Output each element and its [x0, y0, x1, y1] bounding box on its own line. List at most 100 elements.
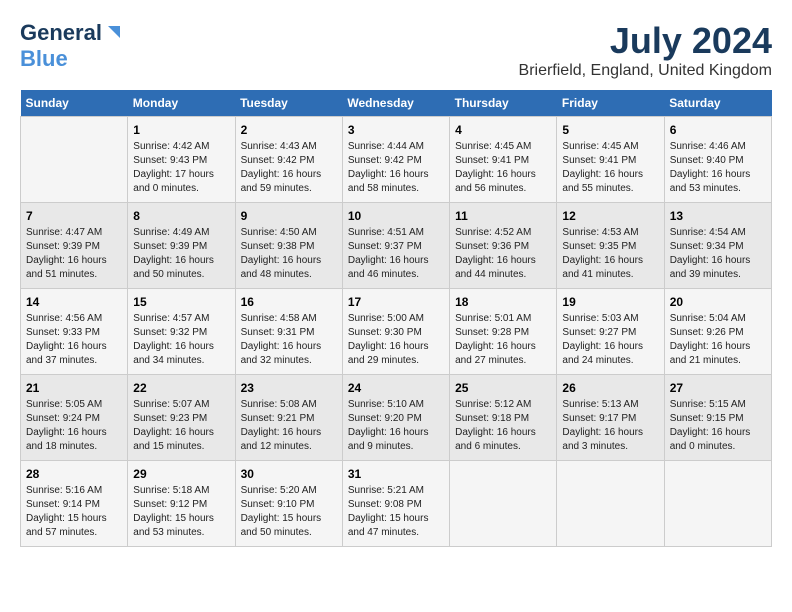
page-header: General Blue July 2024 Brierfield, Engla…: [20, 20, 772, 80]
calendar-cell: 27 Sunrise: 5:15 AM Sunset: 9:15 PM Dayli…: [664, 375, 771, 461]
calendar-cell: 30 Sunrise: 5:20 AM Sunset: 9:10 PM Dayli…: [235, 461, 342, 547]
calendar-cell: 31 Sunrise: 5:21 AM Sunset: 9:08 PM Dayli…: [342, 461, 449, 547]
day-number: 15: [133, 295, 229, 309]
day-info: Sunrise: 5:05 AM Sunset: 9:24 PM Dayligh…: [26, 398, 122, 454]
calendar-cell: 2Sunrise: 4:43 AM Sunset: 9:42 PM Daylig…: [235, 117, 342, 203]
day-number: 4: [455, 123, 551, 137]
day-info: Sunrise: 4:49 AM Sunset: 9:39 PM Dayligh…: [133, 226, 229, 282]
day-number: 12: [562, 209, 658, 223]
main-title: July 2024: [519, 20, 772, 62]
calendar-cell: 6 Sunrise: 4:46 AM Sunset: 9:40 PM Daylig…: [664, 117, 771, 203]
column-header-sunday: Sunday: [21, 90, 128, 117]
day-info: Sunrise: 4:50 AM Sunset: 9:38 PM Dayligh…: [241, 226, 337, 282]
logo-blue: Blue: [20, 46, 68, 72]
day-number: 30: [241, 467, 337, 481]
day-number: 8: [133, 209, 229, 223]
calendar-cell: 19 Sunrise: 5:03 AM Sunset: 9:27 PM Dayli…: [557, 289, 664, 375]
day-number: 11: [455, 209, 551, 223]
day-info: Sunrise: 5:21 AM Sunset: 9:08 PM Dayligh…: [348, 484, 444, 540]
calendar-cell: 11 Sunrise: 4:52 AM Sunset: 9:36 PM Dayli…: [450, 203, 557, 289]
day-number: 3: [348, 123, 444, 137]
day-info: Sunrise: 5:03 AM Sunset: 9:27 PM Dayligh…: [562, 312, 658, 368]
logo: General Blue: [20, 20, 124, 72]
day-number: 31: [348, 467, 444, 481]
day-info: Sunrise: 5:01 AM Sunset: 9:28 PM Dayligh…: [455, 312, 551, 368]
day-number: 16: [241, 295, 337, 309]
day-info: Sunrise: 4:51 AM Sunset: 9:37 PM Dayligh…: [348, 226, 444, 282]
calendar-cell: 12 Sunrise: 4:53 AM Sunset: 9:35 PM Dayli…: [557, 203, 664, 289]
calendar-cell: [21, 117, 128, 203]
calendar-cell: 13 Sunrise: 4:54 AM Sunset: 9:34 PM Dayli…: [664, 203, 771, 289]
day-number: 7: [26, 209, 122, 223]
day-info: Sunrise: 4:53 AM Sunset: 9:35 PM Dayligh…: [562, 226, 658, 282]
subtitle: Brierfield, England, United Kingdom: [519, 62, 772, 80]
calendar-cell: 18 Sunrise: 5:01 AM Sunset: 9:28 PM Dayli…: [450, 289, 557, 375]
calendar-cell: [557, 461, 664, 547]
day-number: 24: [348, 381, 444, 395]
day-info: Sunrise: 4:42 AM Sunset: 9:43 PM Dayligh…: [133, 140, 229, 196]
logo-general: General: [20, 20, 102, 46]
calendar-cell: 29 Sunrise: 5:18 AM Sunset: 9:12 PM Dayli…: [128, 461, 235, 547]
calendar-cell: 28Sunrise: 5:16 AM Sunset: 9:14 PM Dayli…: [21, 461, 128, 547]
day-number: 23: [241, 381, 337, 395]
calendar-cell: 15 Sunrise: 4:57 AM Sunset: 9:32 PM Dayli…: [128, 289, 235, 375]
day-number: 18: [455, 295, 551, 309]
day-info: Sunrise: 5:08 AM Sunset: 9:21 PM Dayligh…: [241, 398, 337, 454]
day-number: 22: [133, 381, 229, 395]
day-number: 21: [26, 381, 122, 395]
day-info: Sunrise: 4:46 AM Sunset: 9:40 PM Dayligh…: [670, 140, 766, 196]
day-number: 10: [348, 209, 444, 223]
week-row-2: 7Sunrise: 4:47 AM Sunset: 9:39 PM Daylig…: [21, 203, 772, 289]
day-number: 26: [562, 381, 658, 395]
day-number: 6: [670, 123, 766, 137]
day-info: Sunrise: 4:58 AM Sunset: 9:31 PM Dayligh…: [241, 312, 337, 368]
calendar-cell: 1Sunrise: 4:42 AM Sunset: 9:43 PM Daylig…: [128, 117, 235, 203]
day-number: 28: [26, 467, 122, 481]
calendar-cell: 4 Sunrise: 4:45 AM Sunset: 9:41 PM Daylig…: [450, 117, 557, 203]
day-info: Sunrise: 5:04 AM Sunset: 9:26 PM Dayligh…: [670, 312, 766, 368]
day-info: Sunrise: 5:13 AM Sunset: 9:17 PM Dayligh…: [562, 398, 658, 454]
day-info: Sunrise: 5:15 AM Sunset: 9:15 PM Dayligh…: [670, 398, 766, 454]
calendar-cell: 24 Sunrise: 5:10 AM Sunset: 9:20 PM Dayli…: [342, 375, 449, 461]
day-number: 17: [348, 295, 444, 309]
calendar-cell: 23 Sunrise: 5:08 AM Sunset: 9:21 PM Dayli…: [235, 375, 342, 461]
day-info: Sunrise: 5:20 AM Sunset: 9:10 PM Dayligh…: [241, 484, 337, 540]
logo-arrow-icon: [104, 22, 124, 42]
column-header-saturday: Saturday: [664, 90, 771, 117]
column-header-monday: Monday: [128, 90, 235, 117]
day-number: 5: [562, 123, 658, 137]
day-info: Sunrise: 5:00 AM Sunset: 9:30 PM Dayligh…: [348, 312, 444, 368]
calendar-cell: 17 Sunrise: 5:00 AM Sunset: 9:30 PM Dayli…: [342, 289, 449, 375]
day-info: Sunrise: 5:12 AM Sunset: 9:18 PM Dayligh…: [455, 398, 551, 454]
day-info: Sunrise: 4:54 AM Sunset: 9:34 PM Dayligh…: [670, 226, 766, 282]
calendar-cell: 21 Sunrise: 5:05 AM Sunset: 9:24 PM Dayli…: [21, 375, 128, 461]
calendar-cell: 7Sunrise: 4:47 AM Sunset: 9:39 PM Daylig…: [21, 203, 128, 289]
day-number: 13: [670, 209, 766, 223]
week-row-5: 28Sunrise: 5:16 AM Sunset: 9:14 PM Dayli…: [21, 461, 772, 547]
calendar-cell: 22Sunrise: 5:07 AM Sunset: 9:23 PM Dayli…: [128, 375, 235, 461]
day-info: Sunrise: 4:45 AM Sunset: 9:41 PM Dayligh…: [455, 140, 551, 196]
day-number: 20: [670, 295, 766, 309]
column-header-friday: Friday: [557, 90, 664, 117]
column-header-thursday: Thursday: [450, 90, 557, 117]
calendar-cell: [450, 461, 557, 547]
day-number: 27: [670, 381, 766, 395]
day-info: Sunrise: 4:57 AM Sunset: 9:32 PM Dayligh…: [133, 312, 229, 368]
day-info: Sunrise: 5:10 AM Sunset: 9:20 PM Dayligh…: [348, 398, 444, 454]
column-header-wednesday: Wednesday: [342, 90, 449, 117]
title-block: July 2024 Brierfield, England, United Ki…: [519, 20, 772, 80]
day-info: Sunrise: 4:43 AM Sunset: 9:42 PM Dayligh…: [241, 140, 337, 196]
day-info: Sunrise: 5:18 AM Sunset: 9:12 PM Dayligh…: [133, 484, 229, 540]
week-row-3: 14Sunrise: 4:56 AM Sunset: 9:33 PM Dayli…: [21, 289, 772, 375]
calendar-cell: 16 Sunrise: 4:58 AM Sunset: 9:31 PM Dayli…: [235, 289, 342, 375]
day-number: 29: [133, 467, 229, 481]
day-info: Sunrise: 4:45 AM Sunset: 9:41 PM Dayligh…: [562, 140, 658, 196]
calendar-cell: 9Sunrise: 4:50 AM Sunset: 9:38 PM Daylig…: [235, 203, 342, 289]
day-number: 19: [562, 295, 658, 309]
day-number: 14: [26, 295, 122, 309]
calendar-cell: 14Sunrise: 4:56 AM Sunset: 9:33 PM Dayli…: [21, 289, 128, 375]
calendar-cell: 10 Sunrise: 4:51 AM Sunset: 9:37 PM Dayli…: [342, 203, 449, 289]
column-header-tuesday: Tuesday: [235, 90, 342, 117]
day-info: Sunrise: 4:52 AM Sunset: 9:36 PM Dayligh…: [455, 226, 551, 282]
calendar-cell: 26 Sunrise: 5:13 AM Sunset: 9:17 PM Dayli…: [557, 375, 664, 461]
